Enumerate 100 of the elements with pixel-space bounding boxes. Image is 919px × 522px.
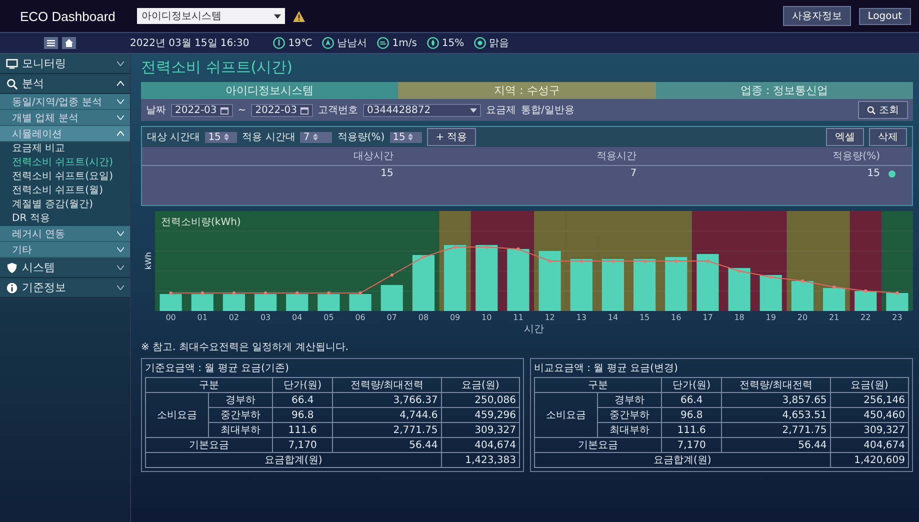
table-cell: 56.44 — [722, 438, 830, 452]
table-cell: 1,420,609 — [830, 452, 908, 468]
date-label: 날짜 — [146, 104, 166, 117]
target-time-label: 대상 시간대 — [147, 131, 200, 144]
menu-icon[interactable] — [44, 37, 58, 49]
thermometer-icon — [273, 37, 286, 49]
x-axis-label: 08 — [417, 313, 430, 322]
bar — [412, 255, 435, 311]
x-axis-label: 04 — [291, 313, 304, 322]
table-cell: 4,744.6 — [332, 408, 442, 422]
excel-button[interactable]: 엑셀 — [826, 128, 864, 146]
table-cell: 309,327 — [441, 422, 520, 438]
calendar-icon[interactable] — [220, 106, 229, 114]
x-axis-label: 18 — [733, 313, 746, 322]
customer-select[interactable]: 0344428872 — [362, 104, 481, 116]
dropdown-caret-icon[interactable] — [470, 108, 477, 112]
x-axis-label: 10 — [480, 313, 493, 322]
search-icon — [867, 106, 876, 114]
table-cell-text: 7 — [629, 168, 637, 179]
table-cell: 66.4 — [661, 392, 722, 408]
data-point — [327, 291, 330, 295]
warning-icon — [293, 10, 306, 22]
sidebar-item[interactable]: 시스템 — [0, 258, 130, 278]
target-time-spinner[interactable]: 15 — [205, 132, 238, 142]
x-axis-label: 01 — [196, 313, 208, 322]
bar — [696, 254, 719, 311]
table-cell: 404,674 — [830, 438, 908, 452]
sidebar-subitem[interactable]: 레거시 연동 — [0, 226, 130, 242]
x-axis-label: 21 — [828, 313, 840, 322]
sidebar-link[interactable]: 요금제 비교 — [0, 142, 130, 156]
date-from-field[interactable]: 2022-03 — [171, 104, 233, 116]
x-axis-label: 19 — [764, 313, 777, 322]
sidebar-link[interactable]: DR 적용 — [0, 212, 130, 226]
apply-button[interactable]: + 적용 — [426, 128, 476, 146]
user-info-button[interactable]: 사용자정보 — [782, 6, 851, 26]
table-cell: 최대부하 — [208, 422, 272, 438]
customer-label: 고객번호 — [318, 104, 358, 117]
x-axis-label: 06 — [354, 313, 366, 322]
table-cell: 경부하 — [208, 392, 272, 408]
data-point — [738, 269, 741, 273]
x-axis-label: 13 — [575, 313, 588, 322]
range-separator: ~ — [238, 104, 246, 116]
shield-icon — [6, 262, 18, 274]
sidebar-link[interactable]: 전력소비 쉬프트(월) — [0, 184, 130, 198]
logout-button[interactable]: Logout — [858, 8, 911, 24]
dropdown-caret-icon[interactable] — [274, 14, 282, 18]
row-select-icon[interactable] — [888, 170, 896, 178]
bar — [823, 288, 846, 311]
compass-icon — [322, 37, 334, 49]
delete-button[interactable]: 삭제 — [869, 128, 907, 146]
table-cell: 450,460 — [830, 408, 908, 422]
home-icon[interactable] — [62, 37, 76, 49]
sidebar-subitem[interactable]: 기타 — [0, 242, 130, 258]
table-cell: 7,170 — [661, 438, 722, 452]
x-axis-label: 03 — [259, 313, 272, 322]
weather-reading: 맑음 — [489, 37, 510, 50]
sidebar-item[interactable]: 기준정보 — [0, 278, 130, 298]
column-header: 요금(원) — [441, 378, 520, 392]
table-cell: 요금합계(원) — [146, 452, 442, 468]
sidebar-link[interactable]: 계절별 증감(월간) — [0, 198, 130, 212]
sidebar-link[interactable]: 전력소비 쉬프트(시간) — [0, 156, 130, 170]
table-cell: 96.8 — [661, 408, 722, 422]
bar — [570, 259, 592, 311]
sidebar-link[interactable]: 전력소비 쉬프트(요일) — [0, 170, 130, 184]
table-cell: 459,296 — [441, 408, 520, 422]
data-point — [264, 291, 268, 295]
x-axis-label: 22 — [860, 313, 872, 322]
apply-time-label: 적용 시간대 — [242, 131, 296, 144]
column-header: 적용량(%) — [832, 150, 880, 163]
ratio-spinner[interactable]: 15 — [390, 132, 422, 142]
data-point — [611, 259, 615, 263]
search-button[interactable]: 조회 — [858, 101, 908, 119]
data-point — [769, 275, 772, 279]
calendar-icon[interactable] — [300, 106, 309, 114]
info-banner: 업종 : 정보통신업 — [656, 82, 913, 99]
apply-time-spinner[interactable]: 7 — [300, 132, 332, 142]
site-select[interactable]: 아이디정보시스템 — [137, 8, 286, 24]
table-cell: 중간부하 — [208, 408, 272, 422]
x-axis-label: 16 — [670, 313, 682, 322]
bar — [854, 291, 877, 311]
column-header: 전력량/최대전력 — [332, 378, 442, 392]
table-cell: 256,146 — [830, 392, 908, 408]
sidebar-subitem[interactable]: 동일/지역/업종 분석 — [0, 94, 130, 110]
droplet-icon — [426, 37, 439, 49]
table-cell: 111.6 — [661, 422, 722, 438]
bar — [380, 285, 403, 311]
table-cell: 309,327 — [830, 422, 908, 438]
y-axis-label: kWh — [144, 252, 152, 270]
info-banner: 지역 : 수성구 — [398, 82, 656, 99]
table-title: 기준요금액 : 월 평균 요금(기존) — [145, 362, 290, 375]
table-cell: 소비요금 — [146, 392, 209, 438]
table-cell: 1,423,383 — [441, 452, 520, 468]
column-header: 대상시간 — [352, 150, 394, 163]
wind-icon — [377, 37, 390, 49]
bar — [318, 294, 340, 311]
date-to-field[interactable]: 2022-03 — [251, 104, 313, 116]
sidebar-subitem[interactable]: 개별 업체 분석 — [0, 110, 130, 126]
column-header: 구분 — [146, 378, 272, 392]
weather-reading: 남남서 — [337, 37, 368, 50]
table-cell: 소비요금 — [534, 392, 598, 438]
